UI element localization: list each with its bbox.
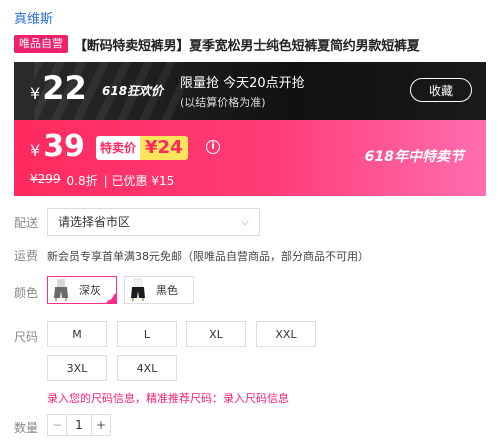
size-option-4xl[interactable]: 4XL xyxy=(117,355,177,381)
saved-amount: | 已优惠 ¥15 xyxy=(103,174,175,188)
flash-sale-banner: ¥ 22 618狂欢价 限量抢 今天20点开抢 (以结算价格为准) 收藏 xyxy=(14,62,486,120)
black-shorts-thumbnail xyxy=(126,278,150,302)
current-price-banner: ¥ 39 特卖价 ¥24 i 618年中特卖节 ¥299 0.8折 | 已优惠 … xyxy=(14,120,486,196)
info-icon[interactable]: i xyxy=(206,140,220,154)
favorite-button[interactable]: 收藏 xyxy=(410,78,472,102)
color-option-black[interactable]: 黑色 xyxy=(124,276,194,304)
flash-sale-note: (以结算价格为准) xyxy=(180,96,266,109)
color-option-label: 黑色 xyxy=(156,284,178,297)
size-option-3xl[interactable]: 3XL xyxy=(47,355,107,381)
special-price-label: 特卖价 xyxy=(96,136,141,160)
size-option-m[interactable]: M xyxy=(47,321,107,347)
currency-symbol: ¥ xyxy=(30,141,41,160)
enter-size-link[interactable]: 录入尺码信息 xyxy=(223,392,289,405)
product-title: 【断码特卖短裤男】夏季宽松男士纯色短裤夏简约男款短裤夏 xyxy=(74,38,420,54)
self-operated-tag: 唯品自营 xyxy=(14,35,68,53)
currency-symbol: ¥ xyxy=(30,84,41,103)
special-price-value: ¥24 xyxy=(140,136,188,160)
price-details: ¥299 0.8折 | 已优惠 ¥15 xyxy=(30,172,174,189)
color-option-label: 深灰 xyxy=(79,284,101,297)
flash-sale-info: 限量抢 今天20点开抢 (以结算价格为准) xyxy=(180,72,305,110)
color-label: 颜色 xyxy=(14,286,39,300)
size-tip: 录入您的尺码信息，精准推荐尺码：录入尺码信息 xyxy=(47,390,289,406)
event-price-label: 618狂欢价 xyxy=(102,84,164,98)
flash-sale-headline: 限量抢 今天20点开抢 xyxy=(180,76,305,91)
size-option-xl[interactable]: XL xyxy=(186,321,246,347)
color-option-dark-gray[interactable]: 深灰 ✓ xyxy=(47,276,117,304)
current-price-value: 39 xyxy=(43,129,85,164)
dark-gray-shorts-thumbnail xyxy=(49,278,73,302)
quantity-label: 数量 xyxy=(14,421,39,435)
decrement-button[interactable]: − xyxy=(48,415,66,435)
size-label: 尺码 xyxy=(14,330,39,344)
region-select[interactable]: 请选择省市区 ⌵ xyxy=(47,208,260,236)
shipping-text: 新会员专享首单满38元免邮（限唯品自营商品，部分商品不可用） xyxy=(47,250,369,263)
size-option-xxl[interactable]: XXL xyxy=(256,321,316,347)
original-price: ¥299 xyxy=(30,172,61,186)
quantity-input[interactable]: 1 xyxy=(66,415,92,435)
flash-sale-price: ¥ 22 xyxy=(30,70,87,106)
chevron-down-icon: ⌵ xyxy=(240,215,249,228)
special-price-badge: 特卖价 ¥24 xyxy=(96,136,188,160)
shipping-label: 运费 xyxy=(14,249,39,263)
size-tip-text: 录入您的尺码信息，精准推荐尺码： xyxy=(47,392,223,405)
check-icon: ✓ xyxy=(108,294,115,303)
region-select-value: 请选择省市区 xyxy=(58,215,131,229)
event-banner-text: 618年中特卖节 xyxy=(364,149,464,165)
increment-button[interactable]: + xyxy=(92,415,110,435)
discount-rate: 0.8折 xyxy=(66,174,98,188)
product-title-row: 唯品自营 【断码特卖短裤男】夏季宽松男士纯色短裤夏简约男款短裤夏 xyxy=(14,33,494,55)
flash-sale-price-value: 22 xyxy=(42,69,87,107)
quantity-stepper[interactable]: − 1 + xyxy=(47,414,111,436)
brand-link[interactable]: 真维斯 xyxy=(14,8,53,27)
delivery-label: 配送 xyxy=(14,216,39,230)
current-price: ¥ 39 xyxy=(30,130,85,164)
size-option-l[interactable]: L xyxy=(117,321,177,347)
